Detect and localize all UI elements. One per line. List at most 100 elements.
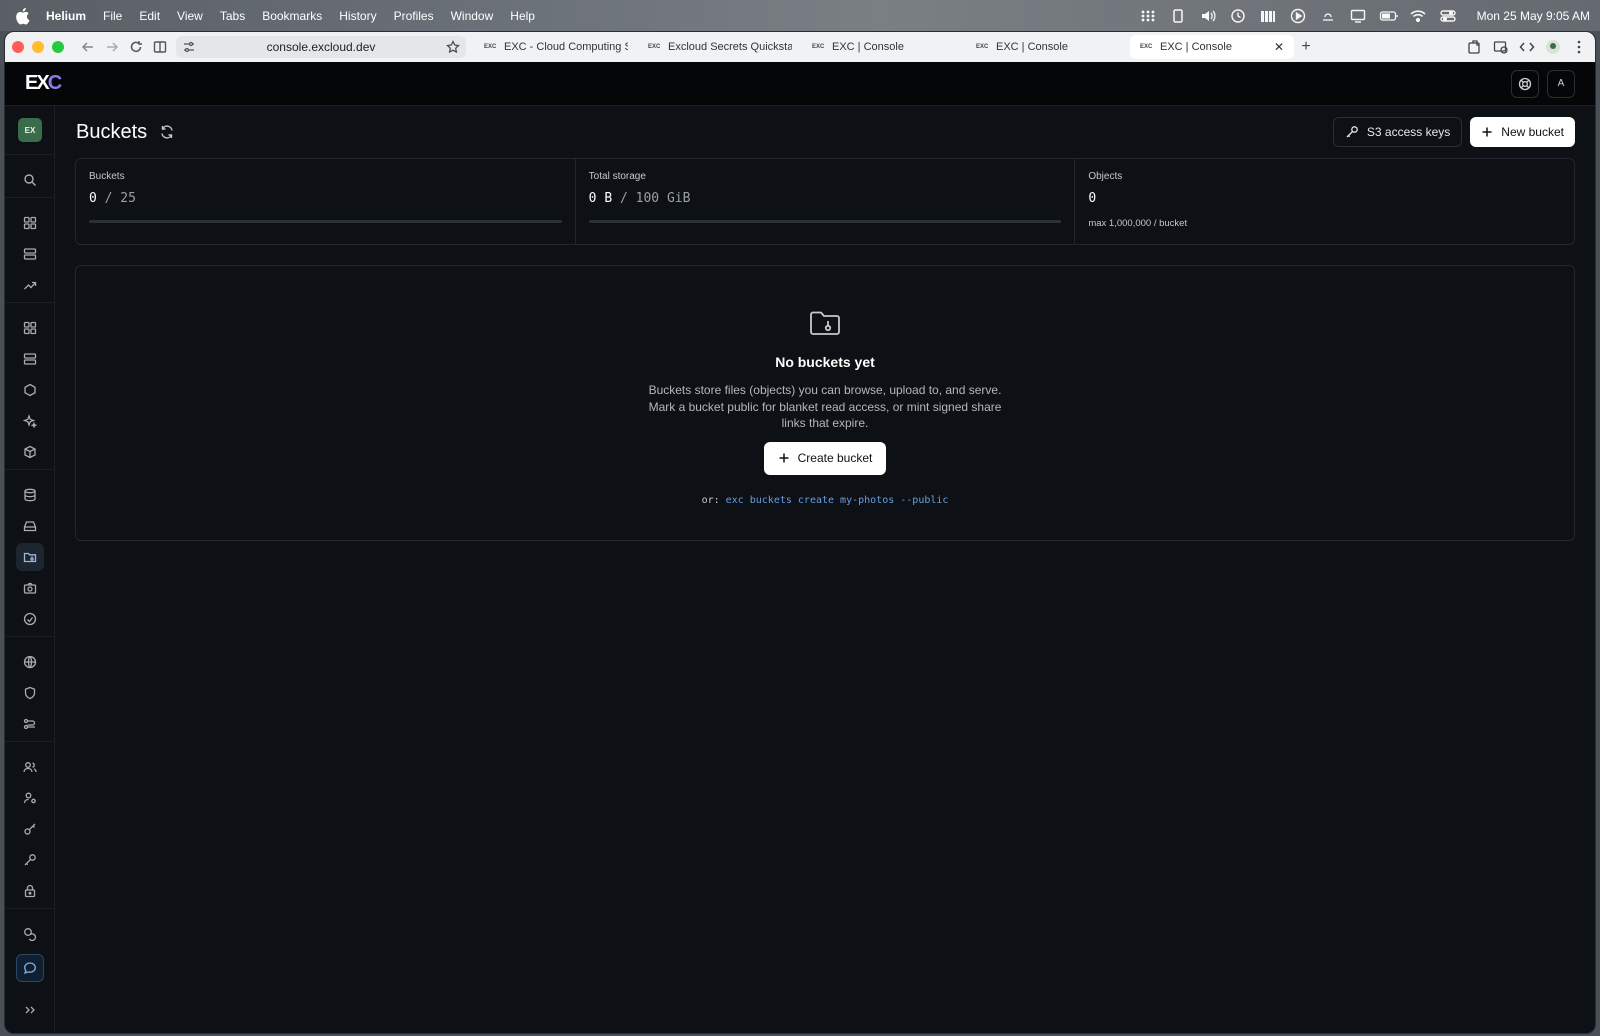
play-icon[interactable]: [1289, 7, 1307, 25]
menu-help[interactable]: Help: [510, 9, 535, 23]
app-logo[interactable]: EXC: [25, 72, 62, 95]
refresh-icon[interactable]: [159, 124, 175, 140]
sidebar-item-metrics[interactable]: [16, 271, 44, 299]
forward-icon[interactable]: [100, 35, 124, 59]
code-icon[interactable]: [1519, 39, 1535, 55]
menu-view[interactable]: View: [177, 9, 203, 23]
s3-access-keys-label: S3 access keys: [1366, 125, 1451, 139]
display-icon[interactable]: [1349, 7, 1367, 25]
sidebar-expand[interactable]: [16, 996, 44, 1024]
stat-label: Buckets: [89, 171, 125, 182]
database-icon: [23, 488, 37, 502]
apple-icon[interactable]: [14, 7, 32, 25]
user-avatar-button[interactable]: A: [1547, 69, 1575, 98]
close-tab-icon[interactable]: ✕: [1274, 40, 1284, 54]
sidebar-item-networking[interactable]: [16, 648, 44, 676]
site-settings-icon[interactable]: [182, 40, 196, 54]
globe-icon: [23, 655, 37, 669]
browser-tab[interactable]: EXC EXC | Console: [966, 35, 1130, 59]
clock-icon[interactable]: [1229, 7, 1247, 25]
apps-grid-icon: [23, 321, 37, 335]
create-bucket-button[interactable]: Create bucket: [763, 441, 887, 475]
tab-favicon: EXC: [976, 44, 989, 50]
sidebar-item-roles[interactable]: [16, 784, 44, 812]
sidebar-item-billing[interactable]: [16, 920, 44, 948]
minimize-window-button[interactable]: [32, 41, 44, 53]
stat-objects: Objects 0 max 1,000,000 / bucket: [1075, 159, 1574, 244]
cellular-icon[interactable]: [1259, 7, 1277, 25]
wrench-key-icon: [23, 853, 37, 867]
menu-bookmarks[interactable]: Bookmarks: [262, 9, 322, 23]
sidebar-item-ssh-keys[interactable]: [16, 815, 44, 843]
window-controls: [5, 41, 64, 53]
sidebar-item-databases[interactable]: [16, 481, 44, 509]
sidebar-item-team[interactable]: [16, 753, 44, 781]
zoom-window-button[interactable]: [52, 41, 64, 53]
address-bar[interactable]: console.excloud.dev: [176, 36, 466, 58]
close-window-button[interactable]: [12, 41, 24, 53]
more-menu-icon[interactable]: [1571, 39, 1587, 55]
lifebuoy-icon: [1518, 77, 1532, 91]
url-text[interactable]: console.excloud.dev: [204, 40, 438, 54]
sidebar-item-servers[interactable]: [16, 240, 44, 268]
stat-value: 0 / 25: [89, 191, 562, 206]
s3-access-keys-button[interactable]: S3 access keys: [1332, 117, 1463, 147]
new-tab-button[interactable]: +: [1294, 38, 1318, 56]
volume-icon[interactable]: [1199, 7, 1217, 25]
new-bucket-button[interactable]: New bucket: [1470, 117, 1575, 147]
sidebar-item-buckets[interactable]: [16, 543, 44, 571]
storage-progress-bar: [588, 220, 1062, 223]
support-button[interactable]: [1511, 69, 1539, 98]
menubar-clock[interactable]: Mon 25 May 9:05 AM: [1477, 9, 1590, 23]
sidebar-item-snapshots[interactable]: [16, 574, 44, 602]
menu-tabs[interactable]: Tabs: [220, 9, 245, 23]
sidebar-item-search[interactable]: [16, 166, 44, 194]
control-center-icon[interactable]: [1439, 7, 1457, 25]
sidebar-item-firewall[interactable]: [16, 679, 44, 707]
browser-tab[interactable]: EXC Excloud Secrets Quickstart: [638, 35, 802, 59]
weather-icon[interactable]: [1319, 7, 1337, 25]
sidebar-item-backups[interactable]: [16, 605, 44, 633]
menu-app-name[interactable]: Helium: [46, 9, 86, 23]
extensions-icon[interactable]: [1467, 39, 1483, 55]
bookmark-star-icon[interactable]: [446, 40, 460, 54]
clipboard-icon[interactable]: [1169, 7, 1187, 25]
sidebar-item-ai[interactable]: [16, 407, 44, 435]
empty-state: No buckets yet Buckets store files (obje…: [75, 265, 1575, 541]
sidebar-item-apps[interactable]: [16, 314, 44, 342]
menu-file[interactable]: File: [103, 9, 122, 23]
sidebar-item-secrets[interactable]: [16, 877, 44, 905]
profile-icon[interactable]: [1545, 39, 1561, 55]
lock-icon: [23, 884, 37, 898]
menu-window[interactable]: Window: [451, 9, 494, 23]
sidebar-item-kubernetes[interactable]: [16, 376, 44, 404]
sidebar-item-volumes[interactable]: [16, 512, 44, 540]
split-view-icon[interactable]: [148, 35, 172, 59]
sidebar-divider: [5, 197, 55, 198]
reload-icon[interactable]: [124, 35, 148, 59]
sidebar-item-routing[interactable]: [16, 710, 44, 738]
sidebar-item-dashboard[interactable]: [16, 209, 44, 237]
sidebar-item-chat[interactable]: [16, 954, 44, 982]
wifi-icon[interactable]: [1409, 7, 1427, 25]
menu-history[interactable]: History: [339, 9, 376, 23]
grid-icon[interactable]: [1139, 7, 1157, 25]
hard-drive-icon: [23, 519, 37, 533]
browser-tab-active[interactable]: EXC EXC | Console ✕: [1130, 35, 1294, 59]
back-icon[interactable]: [76, 35, 100, 59]
browser-tab[interactable]: EXC EXC - Cloud Computing Serv: [474, 35, 638, 59]
screenshot-icon[interactable]: [1493, 39, 1509, 55]
plus-icon: [1481, 126, 1493, 138]
menu-edit[interactable]: Edit: [139, 9, 160, 23]
browser-tab[interactable]: EXC EXC | Console: [802, 35, 966, 59]
cli-command[interactable]: exc buckets create my-photos --public: [726, 495, 949, 506]
battery-icon[interactable]: [1379, 7, 1398, 25]
coins-icon: [23, 927, 37, 941]
sidebar-item-instances[interactable]: [16, 345, 44, 373]
stat-label: Total storage: [588, 171, 646, 182]
org-badge[interactable]: EX: [18, 118, 42, 142]
sidebar-item-containers[interactable]: [16, 438, 44, 466]
menu-profiles[interactable]: Profiles: [394, 9, 434, 23]
sidebar-divider: [5, 636, 55, 637]
sidebar-item-api-keys[interactable]: [16, 846, 44, 874]
